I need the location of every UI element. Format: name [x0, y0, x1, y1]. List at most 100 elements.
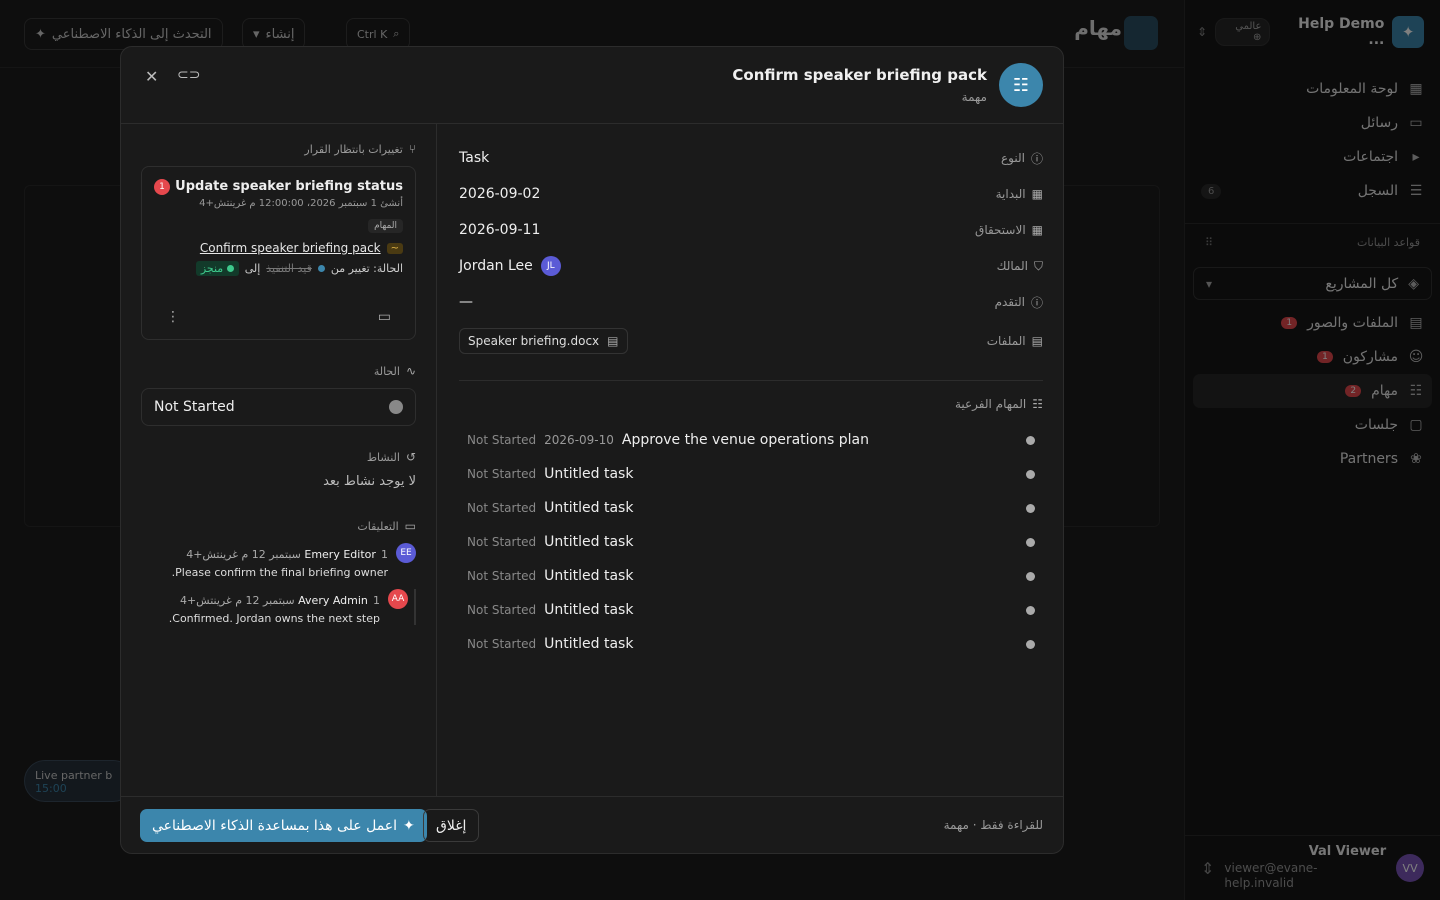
divider — [459, 380, 1043, 381]
property-label: البداية — [995, 187, 1026, 201]
owner-name: Jordan Lee — [459, 258, 533, 274]
status-dot — [1026, 435, 1035, 445]
activity-title: النشاط — [366, 450, 400, 464]
modal-footer: ✦ اعمل على هذا بمساعدة الذكاء الاصطناعي إ… — [121, 796, 1063, 853]
subtask-row[interactable]: Not Started 2026-09-10 Approve the venue o… — [459, 423, 1043, 457]
subtask-title: Untitled task — [544, 500, 634, 516]
file-chip[interactable]: Speaker briefing.docx ▤ — [459, 328, 628, 354]
subtask-row[interactable]: Not Started Untitled task — [459, 627, 1043, 661]
owner-value[interactable]: Jordan Lee JL — [459, 256, 561, 276]
change-target: ~ Confirm speaker briefing pack — [154, 241, 403, 255]
comment: AA Avery Admin 1 سبتمبر 12 م غرينتش+4 Co… — [141, 589, 416, 625]
avatar: JL — [540, 256, 561, 276]
change-link[interactable]: Confirm speaker briefing pack — [200, 241, 381, 255]
avatar: AA — [388, 589, 408, 609]
comment-icon[interactable]: ▭ — [378, 309, 391, 325]
property-label: الاستحقاق — [975, 223, 1026, 237]
status-circle-icon — [389, 400, 403, 414]
subtask-title: Untitled task — [544, 466, 634, 482]
change-tag: المهام — [368, 219, 403, 233]
readonly-note: للقراءة فقط · مهمة — [943, 818, 1043, 832]
avatar: EE — [396, 543, 416, 563]
property-due: ▦ الاستحقاق 2026-09-11 — [459, 212, 1043, 248]
subtask-title: Untitled task — [544, 534, 634, 550]
subtask-title: Untitled task — [544, 568, 634, 584]
comments-header: ▭ التعليقات — [141, 519, 416, 533]
subtask-row[interactable]: Not Started Untitled task — [459, 559, 1043, 593]
ai-assist-label: اعمل على هذا بمساعدة الذكاء الاصطناعي — [152, 817, 398, 834]
status-dot — [1026, 639, 1035, 649]
comment-body: Avery Admin 1 سبتمبر 12 م غرينتش+4 Confi… — [169, 589, 380, 625]
close-icon[interactable]: ✕ — [145, 67, 158, 86]
status-dot — [1026, 571, 1035, 581]
tilde-icon: ~ — [386, 242, 403, 254]
history-icon: ↺ — [405, 450, 416, 464]
subtask-row[interactable]: Not Started Untitled task — [459, 491, 1043, 525]
change-title: Update speaker briefing status — [175, 179, 403, 194]
more-icon[interactable]: ⋮ — [166, 309, 180, 325]
subtask-row[interactable]: Not Started Untitled task — [459, 457, 1043, 491]
subtask-status: Not Started — [467, 467, 537, 481]
to-label: إلى — [244, 262, 261, 275]
modal-header: ☷ Confirm speaker briefing pack مهمة ✕ ⊂… — [121, 47, 1063, 124]
subtask-status: Not Started — [467, 501, 537, 515]
property-type: ⓘ النوع Task — [459, 140, 1043, 176]
info-icon: ⓘ — [1030, 295, 1043, 310]
status-dot — [1026, 469, 1035, 479]
new-status: منجز — [200, 262, 224, 275]
status-title: الحالة — [373, 364, 400, 378]
activity-icon: ∿ — [405, 364, 416, 378]
comment-body: Emery Editor 1 سبتمبر 12 م غرينتش+4 Plea… — [172, 543, 388, 579]
change-actions: ▭ ⋮ — [166, 309, 391, 325]
ai-assist-button[interactable]: ✦ اعمل على هذا بمساعدة الذكاء الاصطناعي — [140, 809, 427, 842]
subtask-status: Not Started — [467, 569, 537, 583]
subtask-status: Not Started — [467, 603, 537, 617]
property-value[interactable]: Task — [459, 150, 489, 166]
status-dot — [1026, 537, 1035, 547]
status-select[interactable]: Not Started — [141, 388, 416, 426]
activity-header: ↺ النشاط — [141, 450, 416, 464]
property-label: التقدم — [994, 295, 1025, 309]
change-detail: الحالة: تغيير من قيد التنفيذ إلى منجز — [154, 261, 403, 276]
tasks-icon: ☷ — [1032, 397, 1043, 411]
subtask-title: Untitled task — [544, 602, 634, 618]
subtask-row[interactable]: Not Started Untitled task — [459, 525, 1043, 559]
calendar-icon: ▦ — [1031, 223, 1043, 237]
link-icon[interactable]: ⊂⊃ — [177, 67, 200, 83]
subtask-status: Not Started — [467, 535, 537, 549]
comment: EE Emery Editor 1 سبتمبر 12 م غرينتش+4 P… — [141, 543, 416, 579]
property-value[interactable]: 2026-09-11 — [459, 222, 540, 238]
status-prefix: الحالة: تغيير من — [330, 262, 403, 275]
activity-empty: لا يوجد نشاط بعد — [323, 474, 416, 489]
change-meta: أنشئ 1 سبتمبر 2026، 12:00:00 م غرينتش+4 — [199, 198, 403, 209]
sparkle-icon: ✦ — [403, 817, 415, 834]
comment-author: Avery Admin — [298, 594, 368, 607]
modal-subtitle: مهمة — [961, 90, 987, 104]
status-dot — [226, 265, 234, 272]
subtask-title: Approve the venue operations plan — [621, 432, 869, 448]
subtask-status: Not Started — [467, 637, 537, 651]
info-icon: ⓘ — [1030, 151, 1043, 166]
property-start: ▦ البداية 2026-09-02 — [459, 176, 1043, 212]
subtasks-title: المهام الفرعية — [954, 397, 1027, 411]
comments-title: التعليقات — [357, 519, 399, 533]
status-dot — [317, 265, 325, 272]
close-button[interactable]: إغلاق — [423, 809, 480, 842]
property-value[interactable]: — — [459, 294, 473, 310]
git-branch-icon: ⑂ — [408, 142, 416, 156]
pending-changes-header: ⑂ تغييرات بانتظار القرار — [141, 142, 416, 156]
subtask-date: 2026-09-10 — [544, 433, 614, 447]
comment-icon: ▭ — [404, 519, 416, 533]
property-value[interactable]: 2026-09-02 — [459, 186, 540, 202]
property-label: المالك — [996, 259, 1028, 273]
change-badge: 1 — [154, 179, 170, 195]
property-progress: ⓘ التقدم — — [459, 284, 1043, 320]
comment-text: Confirmed. Jordan owns the next step. — [168, 612, 380, 625]
change-card: Update speaker briefing status أنشئ 1 سب… — [141, 166, 416, 340]
status-dot — [1026, 605, 1035, 615]
side-panel: ⑂ تغييرات بانتظار القرار Update speaker b… — [121, 124, 437, 797]
file-icon: ▤ — [607, 334, 619, 348]
property-label: النوع — [1001, 151, 1025, 165]
subtask-row[interactable]: Not Started Untitled task — [459, 593, 1043, 627]
file-name: Speaker briefing.docx — [468, 334, 600, 348]
